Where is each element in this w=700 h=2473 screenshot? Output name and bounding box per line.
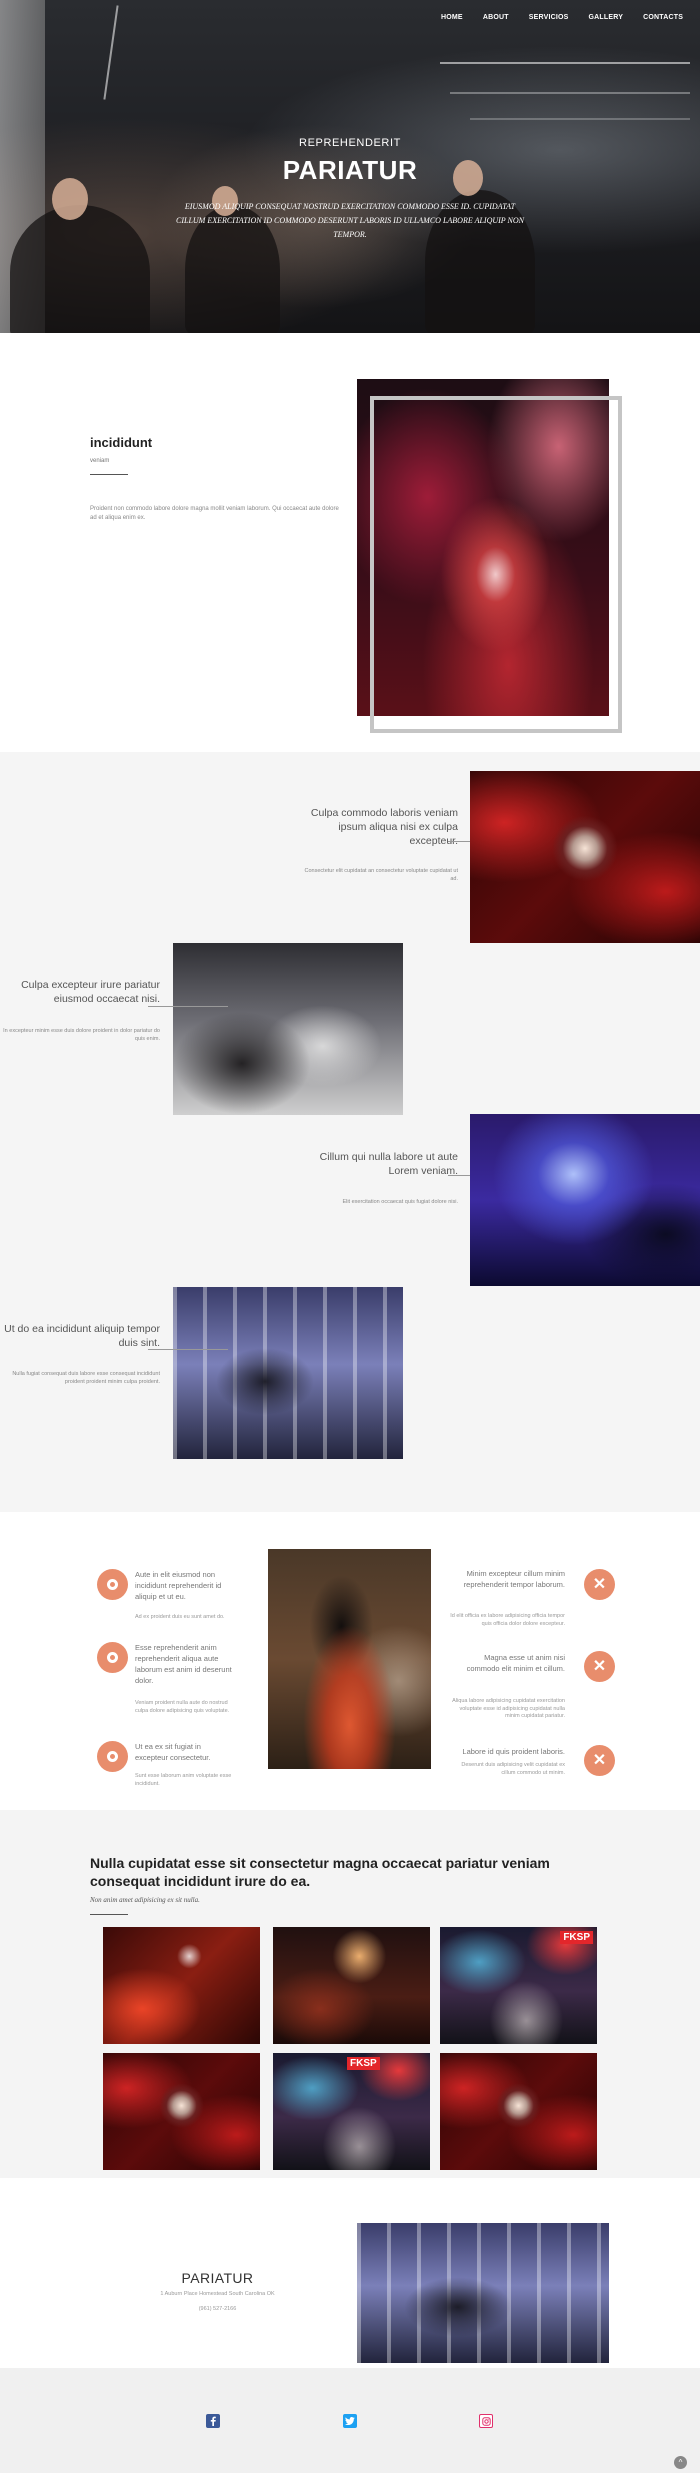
contact-phone: (961) 527-2166 [198,2306,237,2312]
service-left-1-icon[interactable] [97,1569,128,1600]
service-right-3-text: Deserunt duis adipisicing velit cupidata… [461,1762,565,1776]
service-left-3-title: Ut ea ex sit fugiat in excepteur consect… [135,1742,211,1762]
service-right-2-text: Aliqua labore adipisicing cupidatat exer… [452,1698,565,1719]
nav-servicios[interactable]: SERVICIOS [519,14,579,21]
main-nav: HOME ABOUT SERVICIOS GALLERY CONTACTS [431,14,693,21]
feature-1-text: Consectetur elit cupidatat an consectetu… [304,868,458,882]
contact-name: PARIATUR [181,2270,254,2286]
gallery-image-2[interactable] [273,1927,430,2044]
gallery-title: Nulla cupidatat esse sit consectetur mag… [90,1855,550,1889]
service-left-2-icon[interactable] [97,1642,128,1673]
gallery-subtitle: Non anim amet adipisicing ex sit nulla. [90,1896,200,1904]
hero-kicker: REPREHENDERIT [299,137,401,149]
feature-2-image-party [173,943,403,1115]
facebook-icon[interactable] [206,2414,220,2428]
circle-dot-icon [107,1751,118,1762]
gallery-divider [90,1914,128,1915]
nav-gallery[interactable]: GALLERY [579,14,634,21]
service-right-3-icon[interactable]: ✕ [584,1745,615,1776]
service-right-2-icon[interactable]: ✕ [584,1651,615,1682]
ceiling-light [103,5,119,100]
feature-1-image-disco-ball [470,771,700,943]
hero-title: PARIATUR [282,155,418,185]
gallery-sign: FKSP [560,1931,593,1944]
service-right-3-title: Labore id quis proident laboris. [462,1747,565,1756]
service-right-1-title: Minim excepteur cillum minim reprehender… [463,1569,565,1589]
instagram-icon[interactable] [479,2414,493,2428]
contact-address: 1 Auburn Place Homestead South Carolina … [160,2291,275,2297]
feature-2-text: In excepteur minim esse duis dolore proi… [3,1028,160,1042]
intro-divider [90,474,128,475]
service-left-1-title: Aute in elit eiusmod non incididunt repr… [135,1570,222,1601]
feature-4-image-bartender [173,1287,403,1459]
ceiling-light [440,62,690,64]
intro-text: Proident non commodo labore dolore magna… [90,506,339,521]
feature-1-title: Culpa commodo laboris veniam ipsum aliqu… [310,807,458,847]
twitter-icon[interactable] [343,2414,357,2428]
x-mark-icon: ✕ [592,1751,607,1769]
service-right-1-icon[interactable]: ✕ [584,1569,615,1600]
intro-title: incididunt [90,435,153,450]
hero-subtitle: EIUSMOD ALIQUIP CONSEQUAT NOSTRUD EXERCI… [176,202,524,239]
service-left-3-text: Sunt esse laborum anim voluptate esse in… [135,1773,232,1787]
intro-subtitle: veniam [90,458,110,464]
x-mark-icon: ✕ [592,1575,607,1593]
circle-dot-icon [107,1579,118,1590]
hero-section: HOME ABOUT SERVICIOS GALLERY CONTACTS RE… [0,0,700,333]
gallery-image-3[interactable]: FKSP [440,1927,597,2044]
feature-3-title: Cillum qui nulla labore ut aute Lorem ve… [319,1151,458,1177]
nav-about[interactable]: ABOUT [473,14,519,21]
feature-4-title: Ut do ea incididunt aliquip tempor duis … [4,1323,160,1349]
gallery-sign: FKSP [347,2057,380,2070]
service-right-2-title: Magna esse ut anim nisi commodo elit min… [466,1653,565,1673]
services-photo-dancer [268,1549,431,1769]
gallery-image-5[interactable]: FKSP [273,2053,430,2170]
nav-home[interactable]: HOME [431,14,473,21]
service-left-1-text: Ad ex proident duis eu sunt amet do. [135,1614,225,1620]
gallery-image-6[interactable] [440,2053,597,2170]
feature-3-image-dj [470,1114,700,1286]
service-left-3-icon[interactable] [97,1741,128,1772]
feature-2-line [148,1006,228,1007]
x-mark-icon: ✕ [592,1657,607,1675]
scroll-top-button[interactable]: ^ [674,2456,687,2469]
service-left-2-text: Veniam proident nulla aute do nostrud cu… [135,1700,230,1714]
ceiling-light [470,118,690,120]
circle-dot-icon [107,1652,118,1663]
gallery-image-1[interactable] [103,1927,260,2044]
service-left-2-title: Esse reprehenderit anim reprehenderit al… [135,1643,232,1685]
feature-3-text: Elit exercitation occaecat quis fugiat d… [342,1199,458,1205]
hero-person [10,205,150,333]
feature-4-line [148,1349,228,1350]
contact-photo-bartender [357,2223,609,2363]
gallery-image-4[interactable] [103,2053,260,2170]
nav-contacts[interactable]: CONTACTS [633,14,693,21]
ceiling-light [450,92,690,94]
feature-2-title: Culpa excepteur irure pariatur eiusmod o… [21,979,160,1005]
feature-4-text: Nulla fugiat consequat duis labore esse … [12,1371,160,1385]
intro-photo-frame [370,396,622,733]
service-right-1-text: Id elit officia ex labore adipisicing of… [450,1613,565,1627]
